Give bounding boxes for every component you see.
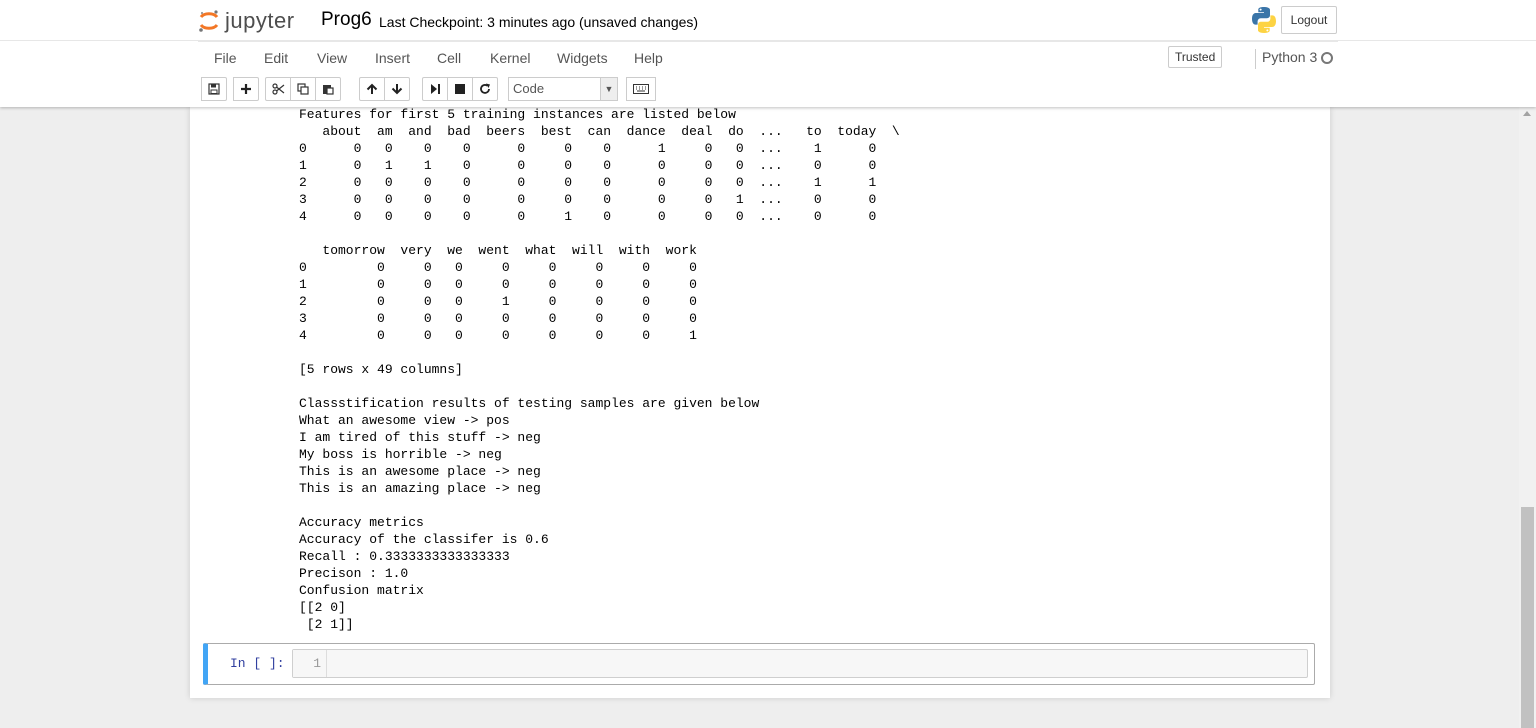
checkpoint-status: Last Checkpoint: 3 minutes ago (unsaved … (379, 14, 699, 30)
code-cell-selected[interactable]: In [ ]: 1 (203, 643, 1315, 685)
save-button[interactable] (201, 77, 227, 101)
jupyter-mark-icon (199, 10, 219, 32)
chevron-down-icon: ▼ (600, 78, 617, 100)
cell-type-select[interactable]: Code ▼ (508, 77, 618, 101)
cell-output-text: Features for first 5 training instances … (299, 107, 900, 632)
kernel-idle-indicator-icon (1321, 52, 1333, 64)
trusted-indicator[interactable]: Trusted (1168, 46, 1223, 68)
logout-button[interactable]: Logout (1281, 6, 1337, 34)
menu-file[interactable]: File (214, 50, 237, 66)
menu-edit[interactable]: Edit (264, 50, 288, 66)
move-down-button[interactable] (384, 77, 410, 101)
step-forward-icon (431, 84, 440, 94)
cell-type-value: Code (513, 81, 545, 96)
code-editor[interactable]: 1 (292, 649, 1308, 678)
copy-button[interactable] (290, 77, 316, 101)
keyboard-icon (633, 84, 649, 94)
plus-icon (241, 84, 251, 94)
stop-icon (455, 84, 465, 94)
menu-view[interactable]: View (317, 50, 347, 66)
cut-button[interactable] (265, 77, 291, 101)
menu-cell[interactable]: Cell (437, 50, 461, 66)
run-button[interactable] (422, 77, 448, 101)
notebook-container: Features for first 5 training instances … (190, 107, 1330, 698)
scissors-icon (271, 83, 284, 95)
scroll-up-arrow-icon[interactable] (1523, 111, 1531, 116)
jupyter-logo[interactable]: jupyter (198, 6, 295, 36)
line-number: 1 (293, 650, 327, 677)
python-logo-icon (1252, 7, 1276, 34)
input-prompt: In [ ]: (230, 656, 285, 671)
paste-icon (323, 85, 334, 95)
insert-cell-button[interactable] (233, 77, 259, 101)
refresh-icon (480, 83, 490, 94)
menubar: File Edit View Insert Cell Kernel Widget… (198, 41, 1338, 73)
logo-text: jupyter (225, 8, 295, 33)
save-icon (208, 83, 220, 95)
copy-icon (297, 83, 309, 95)
notebook-name[interactable]: Prog6 (321, 9, 372, 31)
kernel-name: Python 3 (1255, 49, 1317, 69)
move-up-button[interactable] (359, 77, 385, 101)
page-scrollbar[interactable] (1519, 107, 1536, 728)
arrow-down-icon (391, 84, 403, 95)
scrollbar-thumb[interactable] (1521, 507, 1534, 728)
interrupt-button[interactable] (447, 77, 473, 101)
menu-insert[interactable]: Insert (375, 50, 410, 66)
menu-widgets[interactable]: Widgets (557, 50, 608, 66)
menu-help[interactable]: Help (634, 50, 663, 66)
menu-kernel[interactable]: Kernel (490, 50, 530, 66)
arrow-up-icon (366, 83, 378, 94)
paste-button[interactable] (315, 77, 341, 101)
command-palette-button[interactable] (626, 77, 656, 101)
restart-button[interactable] (472, 77, 498, 101)
notebook-header: jupyter Prog6 Last Checkpoint: 3 minutes… (0, 0, 1536, 107)
